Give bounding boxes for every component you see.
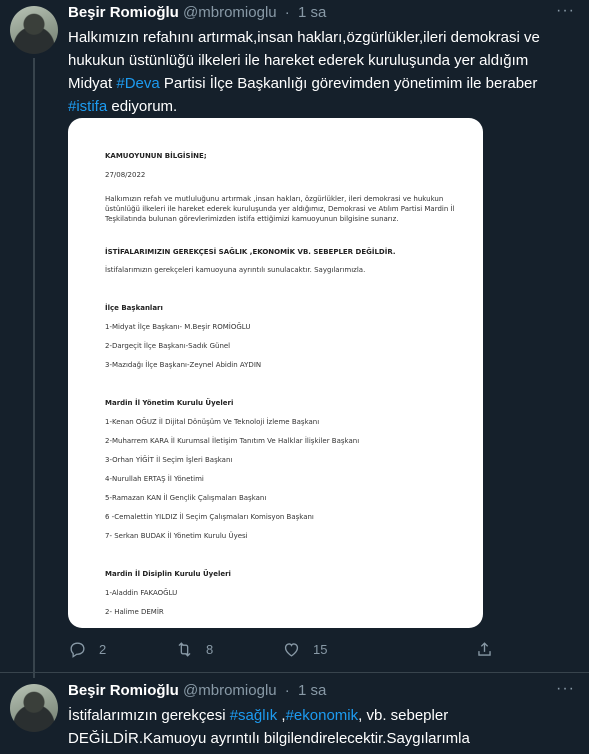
doc-reason: İSTİFALARIMIZIN GEREKÇESİ SAĞLIK ,EKONOM… xyxy=(105,248,396,256)
doc-list-item: 4-Nurullah ERTAŞ İl Yönetimi xyxy=(105,475,204,483)
separator-dot: · xyxy=(284,682,290,699)
doc-note: İstifalarımızın gerekçeleri kamuoyuna ay… xyxy=(105,266,366,274)
tweet-header: Beşir Romioğlu @mbromioglu · 1 sa xyxy=(68,682,326,699)
attached-image-document[interactable]: KAMUOYUNUN BİLGİSİNE; 27/08/2022 Halkımı… xyxy=(68,118,483,628)
tweet[interactable]: Beşir Romioğlu @mbromioglu · 1 sa ··· İs… xyxy=(0,678,589,754)
doc-list-item: 7- Serkan BUDAK İl Yönetim Kurulu Üyesi xyxy=(105,532,248,540)
doc-list-item: 5-Ramazan KAN İl Gençlik Çalışmaları Baş… xyxy=(105,494,267,502)
more-dots-icon[interactable]: ··· xyxy=(556,681,575,697)
tweet-time[interactable]: 1 sa xyxy=(298,682,326,699)
author-name[interactable]: Beşir Romioğlu xyxy=(68,4,179,21)
share-button[interactable] xyxy=(475,640,494,659)
avatar[interactable] xyxy=(10,6,58,54)
doc-date: 27/08/2022 xyxy=(105,171,146,179)
doc-heading: KAMUOYUNUN BİLGİSİNE; xyxy=(105,152,207,160)
avatar[interactable] xyxy=(10,684,58,732)
doc-section-title: İlçe Başkanları xyxy=(105,304,163,312)
tweet-text: Halkımızın refahını artırmak,insan hakla… xyxy=(68,26,573,118)
doc-list-item: 1-Kenan OĞUZ İl Dijital Dönüşüm Ve Tekno… xyxy=(105,418,320,426)
like-count: 15 xyxy=(313,642,328,657)
doc-list-item: 3-Orhan YİĞİT İl Seçim İşleri Başkanı xyxy=(105,456,233,464)
doc-paragraph: Halkımızın refah ve mutluluğunu artırmak… xyxy=(105,195,455,223)
heart-icon xyxy=(284,643,299,657)
like-button[interactable]: 15 xyxy=(282,640,327,659)
retweet-button[interactable]: 8 xyxy=(175,640,213,659)
reply-count: 2 xyxy=(99,642,107,657)
doc-list-item: 1-Aladdin FAKAOĞLU xyxy=(105,589,178,597)
thread-line xyxy=(33,58,35,678)
author-handle[interactable]: @mbromioglu xyxy=(183,682,277,699)
doc-list-item: 1-Midyat İlçe Başkanı- M.Beşir ROMİOĞLU xyxy=(105,323,251,331)
doc-list-item: 3-Mazıdağı İlçe Başkanı-Zeynel Abidin AY… xyxy=(105,361,262,369)
doc-section-title: Mardin İl Yönetim Kurulu Üyeleri xyxy=(105,399,234,407)
doc-list-item: 2-Dargeçit İlçe Başkanı-Sadık Günel xyxy=(105,342,231,350)
reply-icon xyxy=(70,642,85,658)
tweet[interactable]: Beşir Romioğlu @mbromioglu · 1 sa ··· Ha… xyxy=(0,0,589,678)
share-icon xyxy=(478,642,491,656)
tweet-text-segment: ediyorum. xyxy=(107,98,178,115)
tweet-text: İstifalarımızın gerekçesi #sağlık ,#ekon… xyxy=(68,704,573,750)
tweet-text-segment: , xyxy=(277,707,286,724)
hashtag-link[interactable]: #istifa xyxy=(68,98,107,115)
hashtag-link[interactable]: #Deva xyxy=(116,75,159,92)
hashtag-link[interactable]: #sağlık xyxy=(230,707,278,724)
retweet-icon xyxy=(178,642,191,657)
author-handle[interactable]: @mbromioglu xyxy=(183,4,277,21)
tweet-divider xyxy=(0,672,589,673)
tweet-actions: 2 8 15 xyxy=(68,640,498,662)
doc-section-title: Mardin İl Disiplin Kurulu Üyeleri xyxy=(105,570,231,578)
reply-button[interactable]: 2 xyxy=(68,640,106,659)
tweet-header: Beşir Romioğlu @mbromioglu · 1 sa xyxy=(68,4,326,21)
tweet-time[interactable]: 1 sa xyxy=(298,4,326,21)
doc-list-item: 6 -Cemalettin YILDIZ İl Seçim Çalışmalar… xyxy=(105,513,314,521)
tweet-text-segment: Partisi İlçe Başkanlığı görevimden yönet… xyxy=(159,75,538,92)
doc-list-item: 2-Muharrem KARA İl Kurumsal İletişim Tan… xyxy=(105,437,360,445)
doc-list-item: 2- Halime DEMİR xyxy=(105,608,164,616)
retweet-count: 8 xyxy=(206,642,214,657)
tweet-text-segment: İstifalarımızın gerekçesi xyxy=(68,707,230,724)
more-dots-icon[interactable]: ··· xyxy=(556,3,575,19)
author-name[interactable]: Beşir Romioğlu xyxy=(68,682,179,699)
hashtag-link[interactable]: #ekonomik xyxy=(286,707,359,724)
separator-dot: · xyxy=(284,4,290,21)
